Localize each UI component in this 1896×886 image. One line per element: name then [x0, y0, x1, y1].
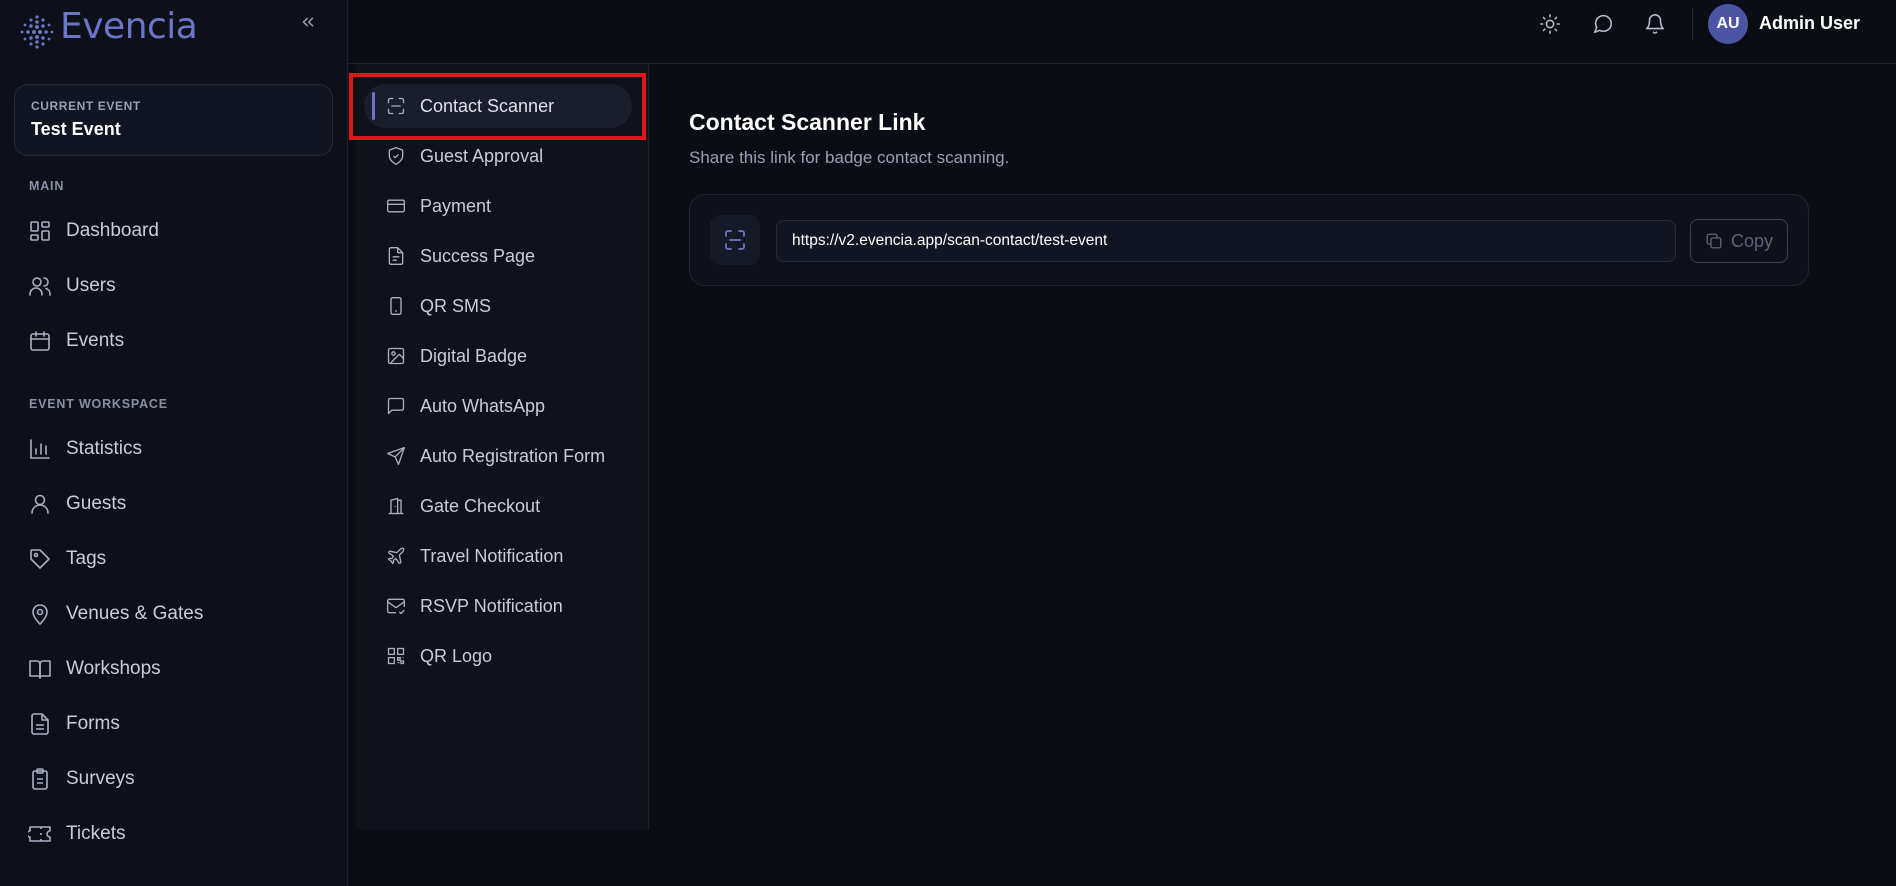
sidebar-item-users[interactable]: Users [28, 266, 328, 306]
user-icon [31, 494, 49, 514]
submenu-item-qr-sms[interactable]: QR SMS [364, 284, 632, 328]
topbar-divider [1692, 8, 1693, 40]
submenu-item-label: Travel Notification [420, 545, 564, 566]
submenu-item-rsvp-notification[interactable]: RSVP Notification [364, 584, 632, 628]
send-icon [387, 447, 405, 465]
sidebar-item-venues-gates[interactable]: Venues & Gates [28, 594, 328, 634]
bar-chart-icon [30, 439, 50, 459]
submenu-item-label: RSVP Notification [420, 595, 563, 616]
sidebar-item-label: Forms [66, 713, 120, 734]
submenu-item-label: Contact Scanner [420, 95, 555, 116]
sidebar-item-forms[interactable]: Forms [28, 704, 328, 744]
user-name[interactable]: Admin User [1759, 13, 1860, 34]
sidebar-item-label: Workshops [66, 658, 161, 679]
page-title: Contact Scanner Link [689, 109, 926, 135]
message-circle-icon [1593, 14, 1613, 34]
submenu-item-payment[interactable]: Payment [364, 184, 632, 228]
chevrons-left-icon [302, 17, 314, 27]
ticket-icon [28, 826, 51, 842]
sidebar-item-label: Events [66, 330, 125, 351]
current-event-label: CURRENT EVENT [31, 99, 141, 113]
clipboard-icon [32, 768, 48, 790]
submenu-item-gate-checkout[interactable]: Gate Checkout [364, 484, 632, 528]
page-subtitle: Share this link for badge contact scanni… [689, 148, 1010, 167]
submenu-item-travel-notification[interactable]: Travel Notification [364, 534, 632, 578]
sidebar-item-label: Tags [66, 548, 107, 569]
submenu-item-label: Auto Registration Form [420, 445, 606, 466]
copy-button[interactable]: Copy [1690, 219, 1788, 263]
current-event-name: Test Event [31, 119, 121, 139]
scanner-link-card: Copy [689, 194, 1809, 286]
file-icon [388, 247, 404, 265]
sidebar-item-label: Users [66, 275, 116, 296]
sidebar-item-statistics[interactable]: Statistics [28, 429, 328, 469]
settings-submenu: Contact Scanner Guest Approval Payment S… [356, 64, 649, 830]
submenu-item-qr-logo[interactable]: QR Logo [364, 634, 632, 678]
sidebar-item-guests[interactable]: Guests [28, 484, 328, 524]
notifications-button[interactable] [1641, 10, 1669, 38]
submenu-item-label: QR Logo [420, 645, 493, 666]
bell-icon [1645, 14, 1665, 34]
submenu-item-label: Gate Checkout [420, 495, 541, 516]
submenu-item-digital-badge[interactable]: Digital Badge [364, 334, 632, 378]
file-text-icon [31, 713, 49, 735]
brand-name: Evencia [60, 5, 198, 47]
plane-icon [387, 547, 405, 565]
sidebar-item-label: Guests [66, 493, 127, 514]
sidebar-item-label: Tickets [66, 823, 126, 844]
tag-icon [30, 549, 50, 569]
submenu-item-contact-scanner[interactable]: Contact Scanner [364, 84, 632, 128]
logo-dots-icon [20, 15, 54, 49]
messages-button[interactable] [1589, 10, 1617, 38]
mail-check-icon [387, 598, 405, 615]
submenu-item-label: Digital Badge [420, 345, 528, 366]
sidebar-item-tags[interactable]: Tags [28, 539, 328, 579]
credit-card-icon [387, 199, 405, 213]
sidebar: Evencia CURRENT EVENT Test Event MAIN Da… [0, 0, 348, 886]
submenu-item-success-page[interactable]: Success Page [364, 234, 632, 278]
sidebar-item-surveys[interactable]: Surveys [28, 759, 328, 799]
sidebar-item-dashboard[interactable]: Dashboard [28, 211, 328, 251]
submenu-item-auto-registration-form[interactable]: Auto Registration Form [364, 434, 632, 478]
sun-icon [1540, 14, 1560, 34]
message-square-icon [387, 397, 405, 415]
submenu-item-auto-whatsapp[interactable]: Auto WhatsApp [364, 384, 632, 428]
qr-code-icon [387, 647, 405, 665]
sidebar-item-events[interactable]: Events [28, 321, 328, 361]
sidebar-item-label: Dashboard [66, 220, 159, 241]
scanner-link-input[interactable] [776, 220, 1676, 262]
shield-check-icon [388, 147, 404, 165]
copy-icon [1706, 233, 1722, 249]
sidebar-item-workshops[interactable]: Workshops [28, 649, 328, 689]
scan-icon [387, 97, 405, 115]
phone-icon [390, 297, 402, 315]
users-icon [29, 277, 51, 296]
sidebar-item-label: Surveys [66, 768, 135, 789]
submenu-item-label: Payment [420, 195, 492, 216]
section-title-main: MAIN [29, 179, 65, 193]
image-icon [387, 347, 405, 365]
avatar[interactable]: AU [1708, 4, 1748, 44]
submenu-item-label: QR SMS [420, 295, 492, 316]
submenu-item-label: Success Page [420, 245, 536, 266]
submenu-item-guest-approval[interactable]: Guest Approval [364, 134, 632, 178]
scan-icon [725, 230, 745, 250]
section-title-event-workspace: EVENT WORKSPACE [29, 397, 168, 411]
submenu-item-label: Auto WhatsApp [420, 395, 546, 416]
submenu-item-label: Guest Approval [420, 145, 544, 166]
brand-logo[interactable]: Evencia [0, 0, 347, 64]
book-icon [29, 660, 51, 679]
theme-toggle-button[interactable] [1536, 10, 1564, 38]
sidebar-item-label: Venues & Gates [66, 603, 204, 624]
scanner-icon-box [710, 215, 760, 265]
copy-button-label: Copy [1730, 230, 1774, 251]
collapse-sidebar-button[interactable] [296, 10, 320, 34]
sidebar-item-label: Statistics [66, 438, 143, 459]
current-event-card[interactable]: CURRENT EVENT Test Event [14, 84, 333, 156]
dashboard-icon [30, 221, 50, 241]
sidebar-item-tickets[interactable]: Tickets [28, 814, 328, 854]
map-pin-icon [32, 604, 48, 626]
door-icon [388, 497, 404, 515]
calendar-icon [30, 331, 50, 351]
